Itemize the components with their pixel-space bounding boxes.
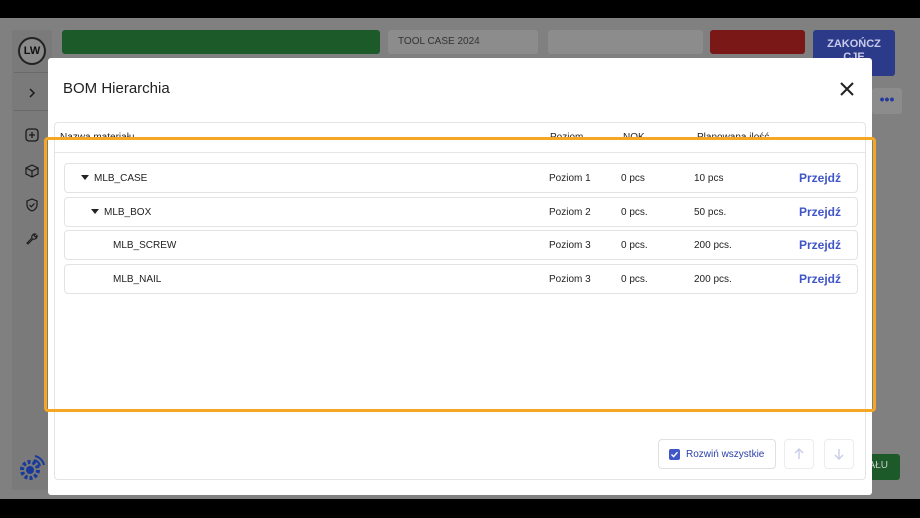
- dialog-title: BOM Hierarchia: [63, 80, 170, 97]
- material-nok: 0 pcs.: [621, 206, 648, 218]
- table-row: MLB_BOX Poziom 2 0 pcs. 50 pcs. Przejdź: [64, 196, 858, 227]
- material-nok: 0 pcs.: [621, 240, 648, 252]
- expand-all-label: Rozwiń wszystkie: [686, 448, 765, 460]
- go-to-button[interactable]: Przejdź: [799, 238, 841, 252]
- wrench-icon[interactable]: [23, 230, 41, 248]
- sidebar-divider: [14, 72, 50, 73]
- material-planned: 200 pcs.: [694, 240, 732, 252]
- caret-down-icon[interactable]: [81, 175, 89, 180]
- avatar[interactable]: LW: [18, 37, 46, 65]
- background-tool-field: TOOL CASE 2024: [388, 30, 538, 54]
- cube-icon[interactable]: [23, 162, 41, 180]
- go-to-button[interactable]: Przejdź: [799, 205, 841, 219]
- expand-all-checkbox[interactable]: Rozwiń wszystkie: [658, 439, 776, 469]
- table-row: MLB_NAIL Poziom 3 0 pcs. 200 pcs. Przejd…: [64, 264, 858, 295]
- material-name: MLB_NAIL: [113, 274, 162, 286]
- material-planned: 200 pcs.: [694, 274, 732, 286]
- go-to-button[interactable]: Przejdź: [799, 272, 841, 286]
- material-name: MLB_CASE: [94, 173, 148, 184]
- material-nok: 0 pcs: [621, 173, 645, 184]
- sidebar-divider: [14, 110, 50, 111]
- checkbox-checked-icon[interactable]: [669, 448, 680, 460]
- arrow-down-button[interactable]: [824, 439, 854, 469]
- arrow-down-icon: [834, 449, 844, 460]
- material-level: Poziom 3: [549, 240, 591, 252]
- go-to-button[interactable]: Przejdź: [799, 171, 841, 185]
- material-level: Poziom 1: [549, 173, 591, 184]
- app-logo-icon: [18, 454, 46, 482]
- column-header-nok: NOK: [623, 132, 645, 143]
- material-name: MLB_SCREW: [113, 240, 177, 252]
- material-name: MLB_BOX: [104, 206, 152, 218]
- close-icon[interactable]: [836, 78, 858, 100]
- add-circle-icon[interactable]: [23, 126, 41, 144]
- arrow-up-icon: [794, 448, 804, 459]
- bom-table: Nazwa materiału Poziom NOK Planowana ilo…: [54, 122, 866, 480]
- caret-down-icon[interactable]: [91, 208, 99, 214]
- finish-button-line1: ZAKOŃCZ: [827, 38, 881, 50]
- table-row: MLB_CASE Poziom 1 0 pcs 10 pcs Przejdź: [64, 163, 858, 193]
- column-header-planned: Planowana ilość: [697, 132, 770, 143]
- app-background: LW TOOL CASE 2024 ZAKOŃCZ CJĘ ••• AŁU BO…: [0, 18, 920, 499]
- column-header-level: Poziom: [550, 132, 584, 143]
- column-header-name: Nazwa materiału: [60, 132, 135, 143]
- material-level: Poziom 2: [549, 206, 591, 218]
- more-icon: •••: [872, 88, 902, 114]
- material-level: Poziom 3: [549, 274, 591, 286]
- table-row: MLB_SCREW Poziom 3 0 pcs. 200 pcs. Przej…: [64, 230, 858, 261]
- arrow-up-button[interactable]: [784, 439, 814, 469]
- material-nok: 0 pcs.: [621, 274, 648, 286]
- shield-check-icon[interactable]: [23, 196, 41, 214]
- bom-hierarchy-dialog: BOM Hierarchia Nazwa materiału Poziom NO…: [48, 58, 872, 495]
- background-field: [548, 30, 703, 54]
- material-planned: 50 pcs.: [694, 206, 727, 218]
- material-planned: 10 pcs: [694, 173, 724, 184]
- background-status-bar: [62, 30, 380, 54]
- background-tool-text: TOOL CASE 2024: [398, 36, 480, 47]
- chevron-right-icon[interactable]: [23, 84, 41, 102]
- table-header: Nazwa materiału Poziom NOK Planowana ilo…: [55, 123, 865, 153]
- background-red-button: [710, 30, 805, 54]
- table-rows: MLB_CASE Poziom 1 0 pcs 10 pcs Przejdź M…: [64, 163, 858, 298]
